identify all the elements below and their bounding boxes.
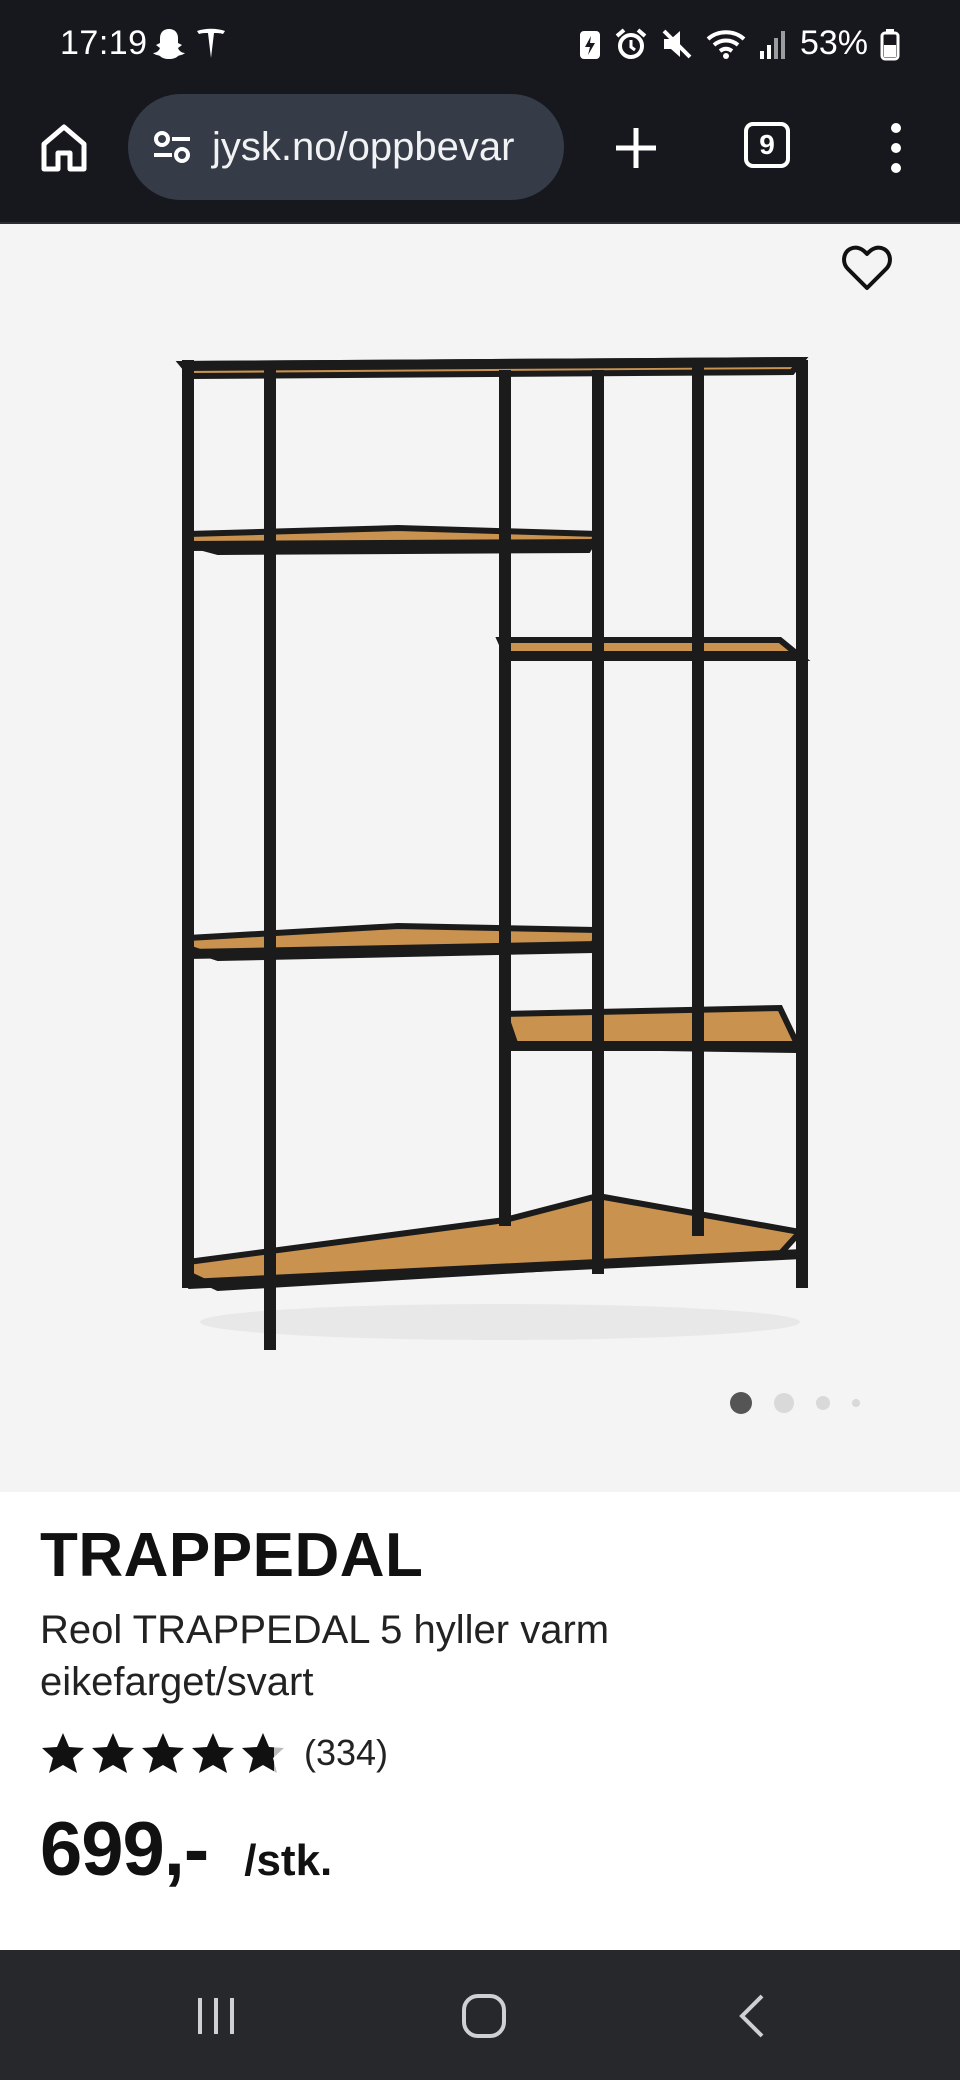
home-icon	[41, 124, 87, 172]
site-settings-icon[interactable]	[150, 125, 194, 169]
tabs-button[interactable]: 9	[744, 122, 790, 168]
product-description: Reol TRAPPEDAL 5 hyller varm eikefarget/…	[40, 1608, 610, 1704]
product-rating[interactable]: (334)	[40, 1730, 388, 1776]
alarm-icon	[615, 27, 647, 59]
status-time: 17:19	[60, 24, 148, 62]
product-brand: TRAPPEDAL	[40, 1521, 424, 1590]
recent-apps-button[interactable]	[186, 1986, 246, 2046]
pagination-dot-active[interactable]	[730, 1392, 752, 1414]
battery-saver-icon	[579, 30, 600, 59]
heart-outline-icon	[842, 245, 892, 290]
product-gallery[interactable]	[0, 224, 960, 1492]
more-menu-button[interactable]	[880, 118, 912, 178]
system-navigation-bar	[0, 1950, 960, 2080]
wifi-icon	[706, 29, 746, 59]
home-nav-button[interactable]	[454, 1986, 514, 2046]
star-icon	[192, 1733, 234, 1773]
recent-apps-icon	[198, 1998, 234, 2034]
status-bar: 17:19 53%	[0, 0, 960, 92]
plus-icon	[616, 128, 656, 168]
home-circle-icon	[462, 1994, 506, 2038]
pagination-dot[interactable]	[816, 1396, 830, 1410]
review-count[interactable]: (334)	[304, 1732, 388, 1774]
url-bar[interactable]: jysk.no/oppbevar	[128, 94, 564, 200]
star-partial-icon	[242, 1733, 284, 1773]
battery-percent: 53%	[799, 24, 868, 62]
status-right: 53%	[578, 24, 900, 63]
snapchat-icon	[152, 26, 186, 67]
more-vert-icon	[891, 123, 901, 173]
back-nav-button[interactable]	[724, 1986, 784, 2046]
rating-stars	[40, 1730, 286, 1776]
star-icon	[142, 1733, 184, 1773]
product-price: 699,-	[40, 1807, 209, 1892]
price-unit: /stk.	[244, 1836, 333, 1885]
gallery-pagination	[730, 1392, 860, 1414]
pagination-dot[interactable]	[774, 1393, 794, 1413]
favorite-button[interactable]	[838, 238, 896, 296]
home-button[interactable]	[36, 120, 92, 176]
status-left-icons	[152, 26, 228, 67]
pagination-dot[interactable]	[852, 1399, 860, 1407]
shelf-image	[175, 356, 811, 1350]
browser-toolbar: jysk.no/oppbevar 9	[0, 92, 960, 224]
star-icon	[42, 1733, 84, 1773]
back-icon	[739, 1994, 764, 2038]
url-text[interactable]: jysk.no/oppbevar	[212, 125, 514, 170]
signal-icon	[759, 30, 785, 59]
price-row: 699,- /stk.	[40, 1806, 332, 1893]
new-tab-button[interactable]	[608, 120, 664, 176]
mute-icon	[662, 29, 692, 58]
battery-icon	[880, 28, 900, 60]
star-icon	[92, 1733, 134, 1773]
tab-count: 9	[759, 129, 775, 160]
product-info: TRAPPEDAL Reol TRAPPEDAL 5 hyller varm e…	[0, 1492, 960, 1950]
tesla-icon	[194, 26, 228, 67]
